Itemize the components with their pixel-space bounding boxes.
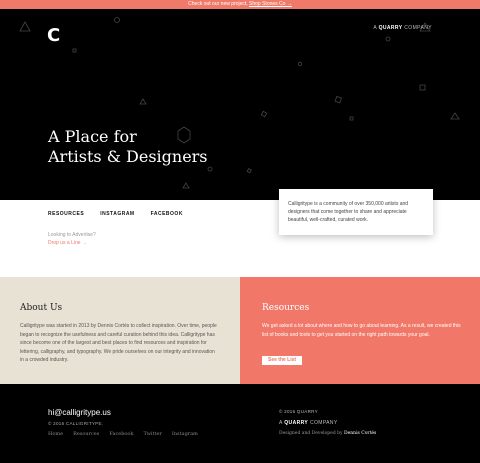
banner-text: Check out our new project, <box>188 1 248 7</box>
footer-credit-name[interactable]: Dennis Cortés <box>344 431 376 436</box>
footer-credit: Designed and Developed by Dennis Cortés <box>279 431 376 436</box>
footer-link-resources[interactable]: Resources <box>73 431 99 437</box>
footer-quarry-suffix: COMPANY <box>309 420 338 426</box>
hero-title: A Place for Artists & Designers <box>48 127 208 167</box>
footer-copyright: © 2016 CALLIGRITYPE. <box>48 421 104 426</box>
quarry-company-link[interactable]: A QUARRY COMPANY <box>373 25 432 31</box>
footer: hi@calligritype.us © 2016 CALLIGRITYPE. … <box>0 384 480 463</box>
footer-quarry-brand: QUARRY <box>284 420 309 426</box>
hero-section: C A QUARRY COMPANY A Place for Artists &… <box>0 9 480 200</box>
about-section: About Us Calligritype was started in 201… <box>0 277 240 384</box>
quarry-suffix: COMPANY <box>404 25 432 31</box>
footer-quarry-prefix: A <box>279 420 283 426</box>
intro-card-text: Calligritype is a community of over 350,… <box>288 201 409 223</box>
intro-card: Calligritype is a community of over 350,… <box>279 189 433 235</box>
nav-item-facebook[interactable]: FACEBOOK <box>151 211 183 217</box>
top-banner: Check out our new project, Shop Stones C… <box>0 0 480 9</box>
logo[interactable]: C <box>47 27 60 45</box>
footer-quarry-link[interactable]: A QUARRY COMPANY <box>279 420 338 426</box>
nav-item-instagram[interactable]: INSTAGRAM <box>100 211 134 217</box>
quarry-brand: QUARRY <box>378 25 403 31</box>
nav-item-resources[interactable]: RESOURCES <box>48 211 84 217</box>
quarry-prefix: A <box>373 25 377 31</box>
decorative-shapes <box>19 17 460 189</box>
banner-link[interactable]: Shop Stones Co → <box>249 1 292 7</box>
about-body: Calligritype was started in 2013 by Denn… <box>20 323 217 363</box>
advertise-link[interactable]: Drop us a Line → <box>48 240 87 246</box>
resources-body: We get asked a lot about where and how t… <box>262 323 461 338</box>
about-title: About Us <box>20 303 63 313</box>
footer-link-home[interactable]: Home <box>48 431 63 437</box>
footer-link-twitter[interactable]: Twitter <box>143 431 161 437</box>
hero-title-line-1: A Place for <box>48 127 137 146</box>
resources-section: Resources We get asked a lot about where… <box>240 277 480 384</box>
secondary-nav: RESOURCES INSTAGRAM FACEBOOK <box>48 211 183 217</box>
advertise-question: Looking to Advertise? <box>48 232 96 238</box>
footer-credit-prefix: Designed and Developed by <box>279 431 343 436</box>
footer-quarry-copyright: © 2016 QUARRY <box>279 409 318 414</box>
resources-title: Resources <box>262 303 310 313</box>
hero-title-line-2: Artists & Designers <box>48 147 208 166</box>
see-list-button[interactable]: See the List <box>262 356 303 365</box>
footer-links: Home Resources Facebook Twitter Instagra… <box>48 431 198 437</box>
footer-link-facebook[interactable]: Facebook <box>109 431 133 437</box>
footer-email[interactable]: hi@calligritype.us <box>48 408 111 417</box>
footer-link-instagram[interactable]: Instagram <box>172 431 198 437</box>
